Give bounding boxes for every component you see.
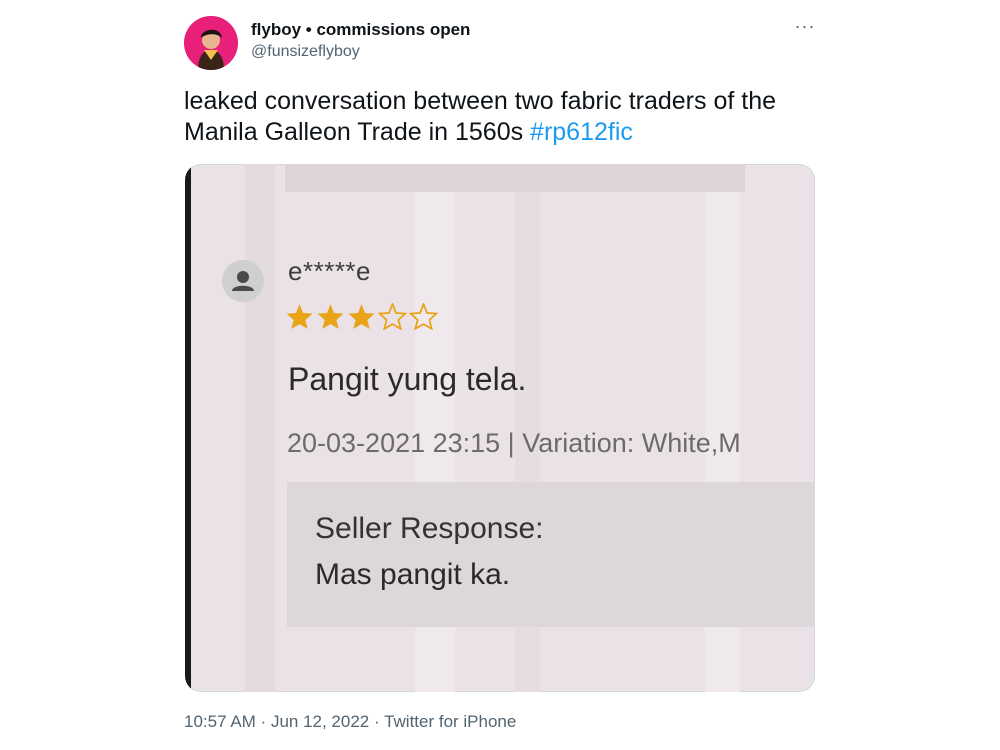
star-filled-icon (286, 304, 313, 329)
review-text: Pangit yung tela. (288, 361, 527, 397)
star-filled-icon (317, 304, 344, 329)
tweet-date[interactable]: Jun 12, 2022 (271, 712, 369, 731)
reviewer-name: e*****e (288, 256, 372, 286)
star-filled-icon (348, 304, 375, 329)
avatar-illustration (184, 16, 238, 70)
seller-response-box: Seller Response: Mas pangit ka. (287, 482, 815, 627)
tweet-body: leaked conversation between two fabric t… (184, 87, 777, 146)
tweet-time[interactable]: 10:57 AM (184, 712, 256, 731)
star-empty-icon (378, 303, 407, 330)
tweet-source[interactable]: Twitter for iPhone (384, 712, 516, 731)
tweet-card: flyboy • commissions open @funsizeflyboy… (0, 0, 1000, 750)
seller-response-text: Mas pangit ka. (315, 558, 511, 591)
photo-stripe (245, 164, 275, 692)
author-display-name[interactable]: flyboy • commissions open (251, 20, 470, 40)
review-meta: 20-03-2021 23:15 | Variation: White,M (287, 428, 741, 458)
hashtag-link[interactable]: #rp612fic (530, 118, 633, 146)
author-avatar[interactable] (184, 16, 238, 70)
star-empty-icon (409, 303, 438, 330)
tweet-media-image[interactable]: e*****e Pangit yung tela. 20-03-2021 23:… (185, 164, 815, 692)
photo-edge (185, 164, 191, 692)
footer-separator: · (255, 712, 271, 731)
author-handle[interactable]: @funsizeflyboy (251, 43, 360, 61)
tweet-footer: 10:57 AM · Jun 12, 2022 · Twitter for iP… (184, 712, 516, 732)
reviewer-avatar-icon (222, 260, 264, 302)
photo-top-bar (285, 164, 745, 192)
seller-response-label: Seller Response: (315, 512, 544, 545)
tweet-text: leaked conversation between two fabric t… (184, 86, 824, 148)
more-options-button[interactable]: ··· (790, 17, 820, 38)
rating-stars (285, 303, 438, 330)
footer-separator: · (369, 712, 385, 731)
